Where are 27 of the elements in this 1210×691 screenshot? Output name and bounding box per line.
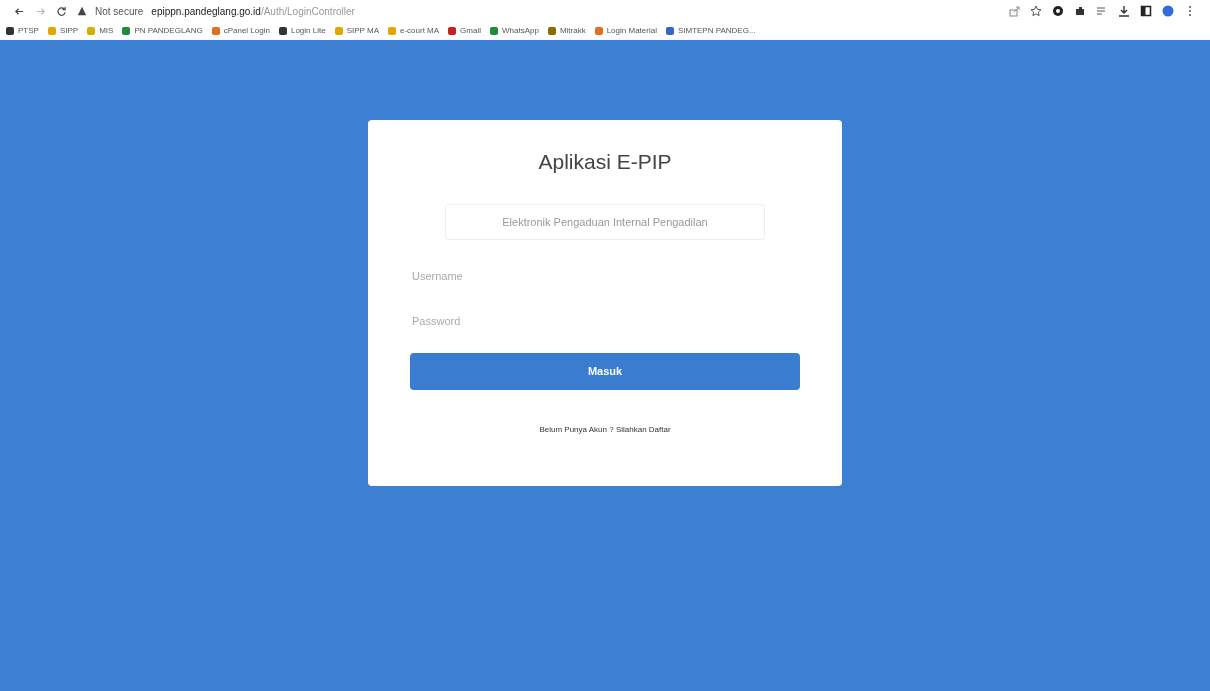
bookmark-item[interactable]: Login Material [594, 25, 657, 37]
sidebar-icon[interactable] [1140, 5, 1152, 17]
bookmark-item[interactable]: SIPP [47, 25, 79, 37]
login-button[interactable]: Masuk [410, 353, 800, 390]
bookmark-item[interactable]: Gmail [448, 25, 481, 37]
star-icon[interactable] [1030, 5, 1042, 17]
avatar-icon[interactable] [1162, 5, 1174, 17]
subtitle-banner: Elektronik Pengaduan Internal Pengadilan [445, 203, 765, 240]
share-icon[interactable] [1008, 5, 1020, 17]
bookmark-item[interactable]: Login Lite [278, 25, 326, 37]
bookmark-item[interactable]: SIPP MA [334, 25, 379, 37]
warning-icon [77, 6, 87, 16]
bookmark-item[interactable]: cPanel Login [211, 25, 270, 37]
url-text: epippn.pandeglang.go.id/Auth/LoginController [151, 4, 355, 19]
bookmark-item[interactable]: MIS [87, 25, 114, 37]
app-title: Aplikasi E-PIP [537, 149, 673, 175]
reload-icon[interactable] [56, 5, 67, 17]
bookmark-item[interactable]: SIMTEPN PANDEG... [665, 25, 756, 37]
address-bar[interactable]: Not secure epippn.pandeglang.go.id/Auth/LoginController [77, 3, 355, 19]
bookmark-item[interactable]: e-court MA [387, 25, 440, 37]
bookmark-item[interactable]: PTSP [6, 25, 39, 37]
download-icon[interactable] [1118, 5, 1130, 17]
bookmark-item[interactable]: PN PANDEGLANG [122, 25, 203, 37]
bookmark-item[interactable]: WhatsApp [490, 25, 539, 37]
bookmark-item[interactable]: Mitrakk [547, 25, 586, 37]
security-label: Not secure [95, 4, 144, 19]
register-link[interactable]: Belum Punya Akun ? Silahkan Daftar [410, 423, 800, 436]
